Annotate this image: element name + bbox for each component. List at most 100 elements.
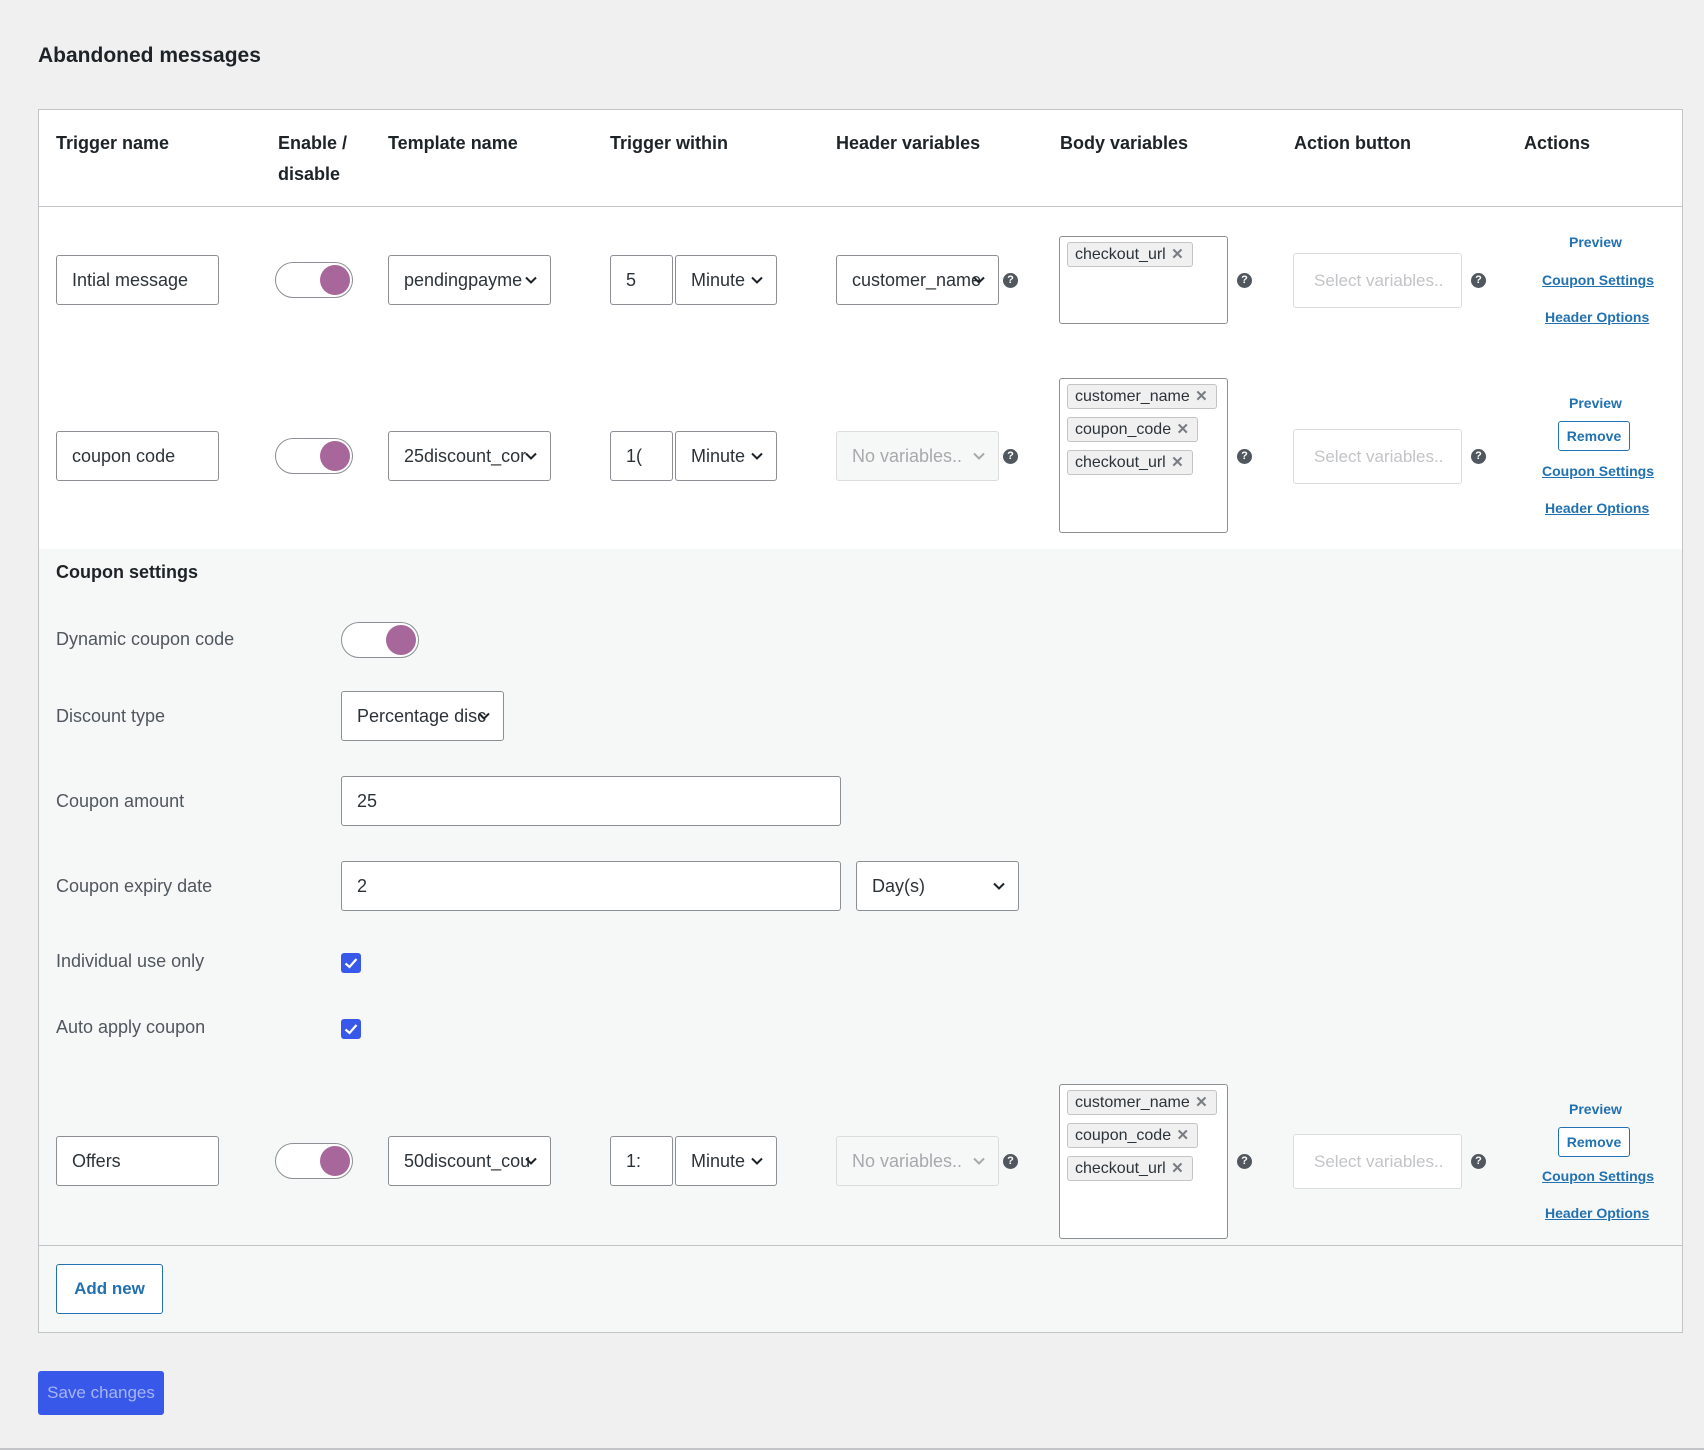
coupon-expiry-input[interactable]: 2 [341,861,841,911]
messages-panel: Trigger name Enable / disable Template na… [38,109,1683,1333]
coupon-amount-label: Coupon amount [56,791,185,811]
trigger-name-input[interactable]: Intial message [56,255,219,305]
remove-tag-icon[interactable]: ✕ [1177,418,1190,441]
help-icon[interactable]: ? [1471,449,1486,464]
action-button-select[interactable]: Select variables.. [1293,429,1462,484]
help-icon[interactable]: ? [1003,1154,1018,1169]
table-header: Trigger name Enable / disable Template na… [39,110,1682,207]
header-variables-value: customer_name [852,270,982,290]
preview-link[interactable]: Preview [1569,234,1622,250]
coupon-settings-link[interactable]: Coupon Settings [1542,1168,1654,1184]
chevron-down-icon [973,1157,985,1165]
save-changes-button[interactable]: Save changes [38,1371,164,1415]
help-icon[interactable]: ? [1237,273,1252,288]
col-body-variables: Body variables [1060,133,1189,153]
trigger-unit-select[interactable]: Minute [675,1136,777,1186]
trigger-name-input[interactable]: coupon code [56,431,219,481]
trigger-unit-value: Minute [691,446,746,466]
template-select[interactable]: 50discount_cou [388,1136,551,1186]
enable-toggle[interactable] [275,1143,353,1179]
help-icon[interactable]: ? [1237,449,1252,464]
template-select-value: 25discount_cor [404,446,527,466]
variable-tag-label: coupon_code [1075,1127,1172,1144]
remove-button[interactable]: Remove [1558,421,1630,451]
discount-type-select[interactable]: Percentage disc [341,691,504,741]
enable-toggle[interactable] [275,438,353,474]
template-select[interactable]: pendingpayme [388,255,551,305]
trigger-value-input[interactable]: 5 [610,255,673,305]
trigger-value-input[interactable]: 1: [610,1136,673,1186]
help-icon[interactable]: ? [1237,1154,1252,1169]
coupon-expiry-unit-select[interactable]: Day(s) [856,861,1019,911]
header-options-link[interactable]: Header Options [1545,1205,1649,1221]
chevron-down-icon [751,1157,763,1165]
variable-tag: coupon_code ✕ [1067,1123,1199,1148]
trigger-name-input[interactable]: Offers [56,1136,219,1186]
dynamic-coupon-toggle[interactable] [341,622,419,658]
variable-tag: coupon_code ✕ [1067,417,1199,442]
action-button-select[interactable]: Select variables.. [1293,253,1462,308]
coupon-settings-link[interactable]: Coupon Settings [1542,463,1654,479]
variable-tag-label: customer_name [1075,1094,1190,1111]
variable-tag: checkout_url ✕ [1067,1156,1193,1181]
header-variables-select: No variables.. [836,1136,999,1186]
variable-tag: customer_name ✕ [1067,384,1217,409]
trigger-unit-select[interactable]: Minute [675,255,777,305]
help-icon[interactable]: ? [1003,449,1018,464]
template-select[interactable]: 25discount_cor [388,431,551,481]
coupon-settings-link[interactable]: Coupon Settings [1542,272,1654,288]
chevron-down-icon [973,276,985,284]
coupon-expiry-label: Coupon expiry date [56,876,213,896]
coupon-settings-title: Coupon settings [56,562,198,582]
col-trigger-within: Trigger within [610,133,729,153]
individual-use-label: Individual use only [56,951,205,971]
header-variables-select: No variables.. [836,431,999,481]
chevron-down-icon [751,276,763,284]
header-variables-value: No variables.. [852,1151,963,1171]
body-variables-select[interactable]: checkout_url ✕ [1059,236,1228,324]
enable-toggle[interactable] [275,262,353,298]
variable-tag: checkout_url ✕ [1067,242,1193,267]
col-trigger-name: Trigger name [56,133,170,153]
help-icon[interactable]: ? [1003,273,1018,288]
trigger-value-input[interactable]: 1( [610,431,673,481]
variable-tag-label: checkout_url [1075,454,1166,471]
help-icon[interactable]: ? [1471,273,1486,288]
toggle-knob [320,1146,350,1176]
remove-tag-icon[interactable]: ✕ [1195,385,1208,408]
toggle-knob [320,265,350,295]
variable-tag: checkout_url ✕ [1067,450,1193,475]
discount-type-value: Percentage disc [357,706,487,726]
remove-tag-icon[interactable]: ✕ [1171,1157,1184,1180]
header-options-link[interactable]: Header Options [1545,500,1649,516]
variable-tag: customer_name ✕ [1067,1090,1217,1115]
col-template-name: Template name [388,133,518,153]
preview-link[interactable]: Preview [1569,1101,1622,1117]
coupon-amount-input[interactable]: 25 [341,776,841,826]
body-variables-select[interactable]: customer_name ✕ coupon_code ✕ checkout_url… [1059,1084,1228,1239]
chevron-down-icon [525,1157,537,1165]
remove-button[interactable]: Remove [1558,1127,1630,1157]
header-variables-select[interactable]: customer_name [836,255,999,305]
add-new-button[interactable]: Add new [56,1264,163,1314]
discount-type-label: Discount type [56,706,166,726]
remove-tag-icon[interactable]: ✕ [1171,451,1184,474]
trigger-unit-value: Minute [691,270,746,290]
action-button-select[interactable]: Select variables.. [1293,1134,1462,1189]
individual-use-checkbox[interactable] [341,953,361,973]
body-variables-select[interactable]: customer_name ✕ coupon_code ✕ checkout_url… [1059,378,1228,533]
remove-tag-icon[interactable]: ✕ [1171,243,1184,266]
chevron-down-icon [525,276,537,284]
help-icon[interactable]: ? [1471,1154,1486,1169]
remove-tag-icon[interactable]: ✕ [1177,1124,1190,1147]
preview-link[interactable]: Preview [1569,395,1622,411]
header-options-link[interactable]: Header Options [1545,309,1649,325]
remove-tag-icon[interactable]: ✕ [1195,1091,1208,1114]
variable-tag-label: checkout_url [1075,1160,1166,1177]
template-select-value: 50discount_cou [404,1151,531,1171]
chevron-down-icon [973,452,985,460]
auto-apply-checkbox[interactable] [341,1019,361,1039]
trigger-unit-select[interactable]: Minute [675,431,777,481]
header-variables-value: No variables.. [852,446,963,466]
chevron-down-icon [751,452,763,460]
